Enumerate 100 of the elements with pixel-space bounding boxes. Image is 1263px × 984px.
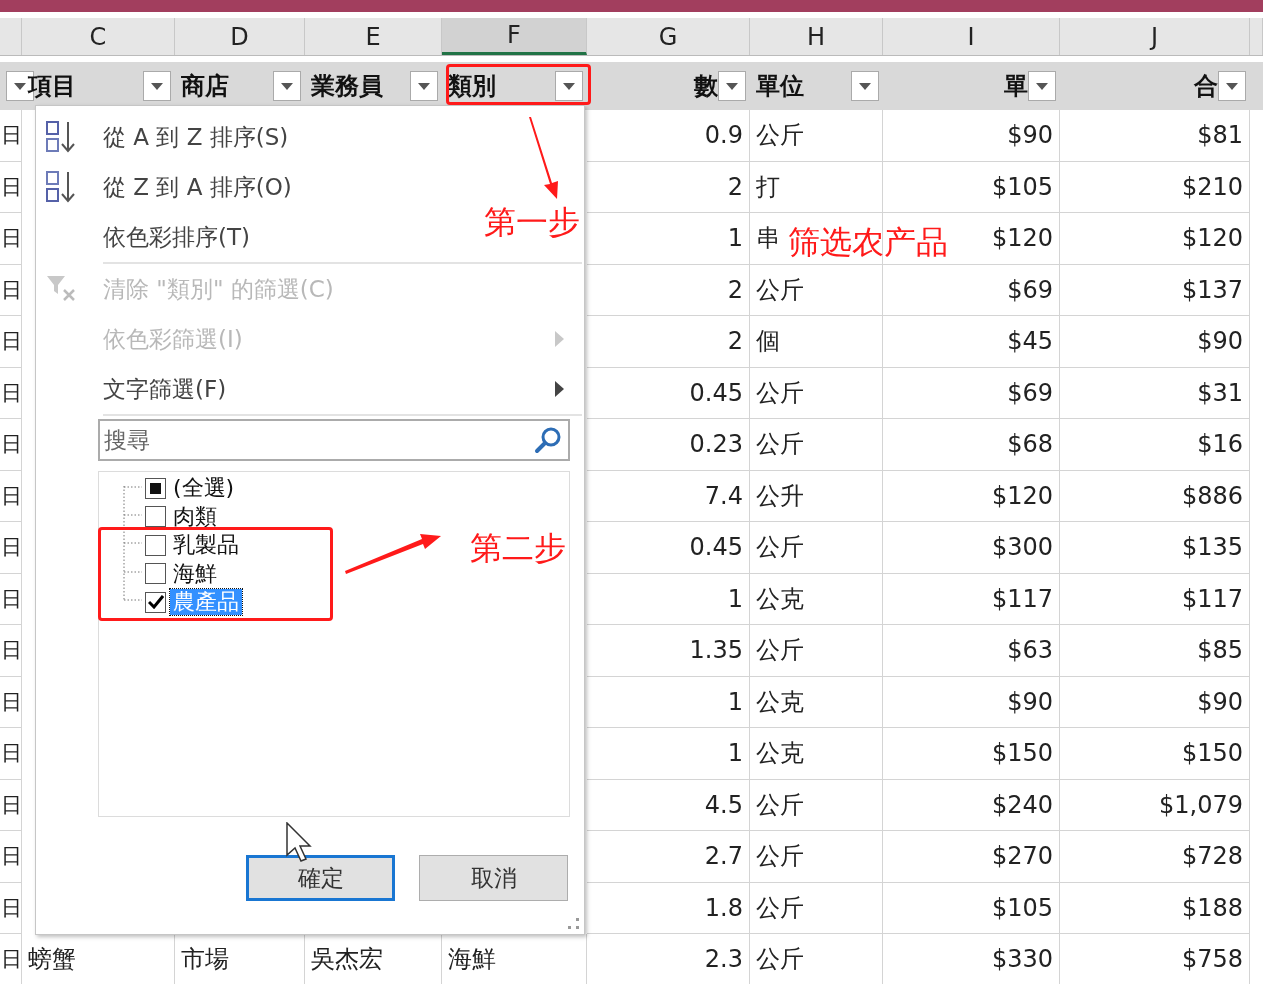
dropdown-arrow-icon <box>418 82 430 90</box>
checklist-label[interactable]: 乳製品 <box>170 532 242 559</box>
dropdown-arrow-icon <box>1226 82 1238 90</box>
checkbox[interactable] <box>145 477 166 499</box>
table-cell: 2 <box>587 264 750 316</box>
header-label: 商店 <box>181 71 229 102</box>
table-cell: $69 <box>883 367 1060 419</box>
filter-button[interactable] <box>1218 71 1246 101</box>
dropdown-arrow-icon <box>281 82 293 90</box>
header-label: 單 <box>1004 71 1028 102</box>
table-cell: 公斤 <box>750 779 883 831</box>
filter-button[interactable] <box>555 71 583 101</box>
table-cell: 公斤 <box>750 419 883 471</box>
table-cell: $81 <box>1060 110 1250 162</box>
table-cell: 日 <box>0 831 22 883</box>
table-cell: 打 <box>750 161 883 213</box>
table-cell: $240 <box>883 779 1060 831</box>
menu-item[interactable]: 從 A 到 Z 排序(S) <box>103 123 289 150</box>
table-cell: 日 <box>0 934 22 984</box>
table-cell: 公克 <box>750 676 883 728</box>
table-cell: $300 <box>883 522 1060 574</box>
table-cell: $90 <box>1060 676 1250 728</box>
sort-ascending-icon <box>46 120 76 154</box>
table-cell: 日 <box>0 625 22 677</box>
table-cell: 7.4 <box>587 470 750 522</box>
table-cell: 日 <box>0 470 22 522</box>
checklist-label[interactable]: (全選) <box>170 475 238 502</box>
header-label: 項目 <box>28 71 76 102</box>
dialog-button[interactable]: 取消 <box>419 855 568 901</box>
header-label: 類別 <box>448 71 496 102</box>
table-cell: 日 <box>0 367 22 419</box>
table-cell: 公斤 <box>750 522 883 574</box>
table-cell: $886 <box>1060 470 1250 522</box>
search-field[interactable]: 搜尋 <box>98 419 570 461</box>
column-header[interactable]: F <box>442 18 587 55</box>
table-cell: 2 <box>587 316 750 368</box>
annotation-text: 第一步 <box>484 206 580 238</box>
dialog-button[interactable]: 確定 <box>246 855 395 901</box>
resize-grip-icon[interactable] <box>568 918 580 930</box>
table-cell: 2 <box>587 161 750 213</box>
table-cell: $150 <box>1060 728 1250 780</box>
header-label: 業務員 <box>311 71 383 102</box>
checkbox[interactable] <box>145 591 166 613</box>
table-cell: 2.7 <box>587 831 750 883</box>
checklist-label[interactable]: 海鮮 <box>170 560 220 587</box>
checkbox[interactable] <box>145 534 166 556</box>
header-label: 單位 <box>756 71 804 102</box>
table-cell: $90 <box>883 676 1060 728</box>
table-cell: 1 <box>587 213 750 265</box>
table-cell: $105 <box>883 161 1060 213</box>
table-cell: $63 <box>883 625 1060 677</box>
table-cell: 公斤 <box>750 934 883 984</box>
table-cell: $758 <box>1060 934 1250 984</box>
table-cell: 0.9 <box>587 110 750 162</box>
menu-item[interactable]: 文字篩選(F) <box>103 375 227 402</box>
table-cell: 公斤 <box>750 831 883 883</box>
table-cell: $16 <box>1060 419 1250 471</box>
table-cell: 日 <box>0 522 22 574</box>
menu-item[interactable]: 從 Z 到 A 排序(O) <box>103 173 292 200</box>
table-cell: $120 <box>1060 213 1250 265</box>
table-cell: 1 <box>587 573 750 625</box>
table-cell: $90 <box>883 110 1060 162</box>
table-cell: $137 <box>1060 264 1250 316</box>
table-cell: 公斤 <box>750 110 883 162</box>
filter-button[interactable] <box>410 71 438 101</box>
checkbox[interactable] <box>145 506 166 528</box>
dropdown-arrow-icon <box>1036 82 1048 90</box>
table-cell: $85 <box>1060 625 1250 677</box>
header-label: 合 <box>1194 71 1218 102</box>
dropdown-arrow-icon <box>151 82 163 90</box>
table-cell: $90 <box>1060 316 1250 368</box>
table-cell: $105 <box>883 882 1060 934</box>
table-cell: 日 <box>0 316 22 368</box>
dropdown-arrow-icon <box>14 82 26 90</box>
table-cell: 0.45 <box>587 367 750 419</box>
filter-button[interactable] <box>273 71 301 101</box>
table-cell: 1.35 <box>587 625 750 677</box>
table-cell: 公斤 <box>750 367 883 419</box>
table-cell: 0.45 <box>587 522 750 574</box>
table-cell: 1 <box>587 676 750 728</box>
annotation-text: 筛选农产品 <box>788 226 948 258</box>
table-cell: 日 <box>0 573 22 625</box>
mouse-cursor-icon <box>286 822 312 862</box>
filter-button[interactable] <box>851 71 879 101</box>
table-cell: $45 <box>883 316 1060 368</box>
menu-item[interactable]: 依色彩排序(T) <box>103 223 250 250</box>
table-cell: 日 <box>0 676 22 728</box>
table-cell: $188 <box>1060 882 1250 934</box>
table-cell: 4.5 <box>587 779 750 831</box>
table-cell: $117 <box>1060 573 1250 625</box>
checkbox[interactable] <box>145 563 166 585</box>
filter-button[interactable] <box>1028 71 1056 101</box>
filter-button[interactable] <box>143 71 171 101</box>
table-cell: $270 <box>883 831 1060 883</box>
header-label: 數 <box>694 71 718 102</box>
table-cell: 日 <box>0 779 22 831</box>
checklist-label[interactable]: 肉類 <box>170 503 220 530</box>
dropdown-arrow-icon <box>859 82 871 90</box>
filter-button[interactable] <box>718 71 746 101</box>
table-cell: 公克 <box>750 573 883 625</box>
